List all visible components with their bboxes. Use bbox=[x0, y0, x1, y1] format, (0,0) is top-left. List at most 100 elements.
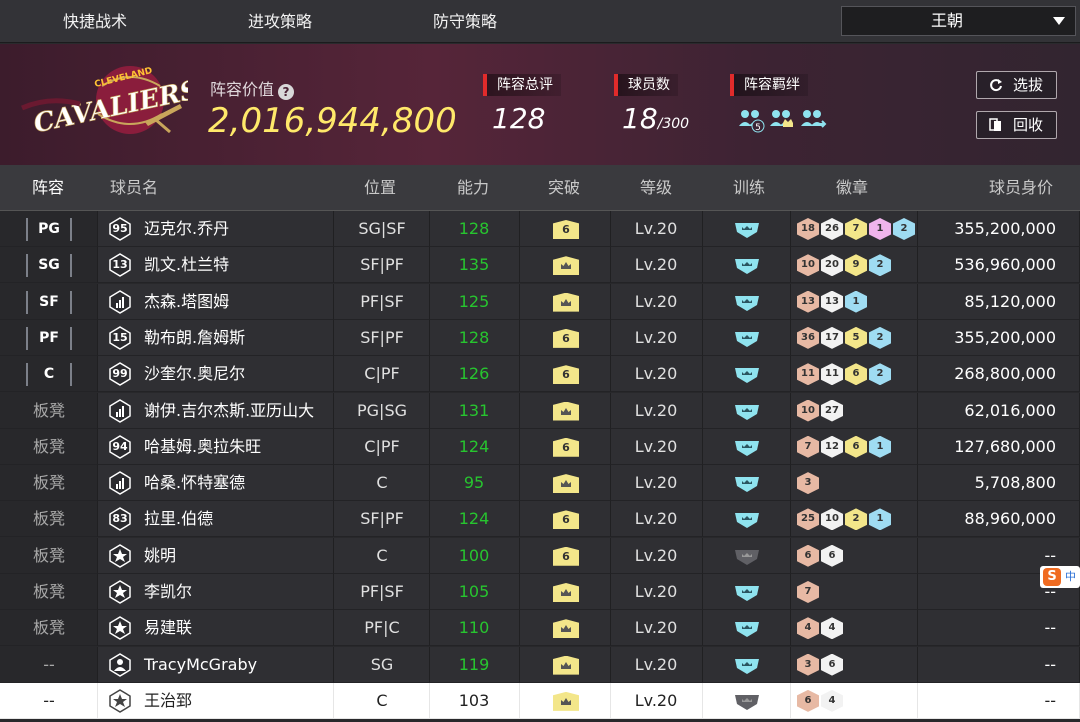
table-row[interactable]: PG 95 迈克尔.乔丹 SG|SF 128 6 Lv.20 18 26 7 1 2 355,200,0… bbox=[0, 211, 1080, 247]
col-breakthrough[interactable]: 突破 bbox=[548, 165, 580, 211]
player-name[interactable]: 姚明 bbox=[144, 538, 176, 574]
table-row[interactable]: 板凳 谢伊.吉尔杰斯.亚历山大 PG|SG 131 Lv.20 10 27 62,016,00… bbox=[0, 392, 1080, 429]
player-name[interactable]: 哈桑.怀特塞德 bbox=[144, 465, 245, 501]
table-cell bbox=[98, 610, 334, 647]
player-name[interactable]: 谢伊.吉尔杰斯.亚历山大 bbox=[144, 393, 314, 429]
training-shield-icon[interactable] bbox=[733, 657, 761, 675]
col-lineup[interactable]: 阵容 bbox=[32, 165, 64, 211]
training-shield-icon[interactable] bbox=[733, 403, 761, 421]
training-shield-icon[interactable] bbox=[733, 439, 761, 457]
player-position: PF|SF bbox=[360, 582, 404, 601]
player-name[interactable]: 凯文.杜兰特 bbox=[144, 247, 229, 283]
recycle-button[interactable]: 回收 bbox=[976, 111, 1057, 139]
table-row[interactable]: SG 13 凯文.杜兰特 SF|PF 135 Lv.20 10 20 9 2 536,960,000 bbox=[0, 247, 1080, 284]
training-shield-icon[interactable] bbox=[733, 620, 761, 638]
player-name[interactable]: 勒布朗.詹姆斯 bbox=[144, 320, 245, 356]
player-name[interactable]: 李凯尔 bbox=[144, 574, 192, 610]
lineup-slot: 板凳 bbox=[32, 582, 65, 601]
player-name[interactable]: 迈克尔.乔丹 bbox=[144, 211, 229, 247]
player-level: Lv.20 bbox=[634, 327, 678, 347]
table-row[interactable]: 板凳 哈桑.怀特塞德 C 95 Lv.20 3 5,708,800 bbox=[0, 465, 1080, 502]
training-shield-icon[interactable] bbox=[733, 366, 761, 384]
player-ability: 95 bbox=[463, 473, 485, 493]
lineup-slot: SG bbox=[26, 254, 72, 278]
col-position[interactable]: 位置 bbox=[364, 165, 396, 211]
svg-text:5: 5 bbox=[755, 123, 761, 133]
table-row[interactable]: 板凳 易建联 PF|C 110 Lv.20 4 4 -- bbox=[0, 610, 1080, 647]
table-row[interactable]: -- 王治郅 C 103 Lv.20 6 4 -- bbox=[0, 682, 1080, 719]
stats-emblem-icon bbox=[108, 398, 132, 423]
training-shield-icon[interactable] bbox=[733, 511, 761, 529]
player-name[interactable]: 沙奎尔.奥尼尔 bbox=[144, 356, 245, 392]
player-level: Lv.20 bbox=[634, 473, 678, 493]
player-position: C|PF bbox=[364, 364, 400, 384]
table-row[interactable]: 板凳 姚明 C 100 6 Lv.20 6 6 -- bbox=[0, 537, 1080, 574]
player-value: -- bbox=[1044, 690, 1056, 710]
help-icon[interactable]: ? bbox=[278, 84, 295, 100]
player-level: Lv.20 bbox=[634, 509, 678, 529]
breakthrough-crown-icon bbox=[553, 474, 579, 494]
training-shield-icon[interactable] bbox=[733, 693, 761, 711]
breakthrough-crown-icon bbox=[553, 691, 579, 711]
table-row[interactable]: -- TracyMcGraby SG 119 Lv.20 3 6 -- bbox=[0, 646, 1080, 683]
player-name[interactable]: 杰森.塔图姆 bbox=[144, 284, 229, 320]
training-shield-icon[interactable] bbox=[733, 330, 761, 348]
player-position: PF|C bbox=[364, 618, 400, 638]
player-value: 536,960,000 bbox=[954, 255, 1056, 275]
training-shield-icon[interactable] bbox=[733, 294, 761, 312]
player-level: Lv.20 bbox=[634, 364, 678, 384]
jersey-number-emblem-icon: 94 bbox=[108, 434, 132, 459]
table-row[interactable]: SF 杰森.塔图姆 PF|SF 125 Lv.20 13 13 1 85,120,000 bbox=[0, 283, 1080, 320]
player-name[interactable]: TracyMcGraby bbox=[144, 647, 257, 683]
col-player-name[interactable]: 球员名 bbox=[110, 165, 158, 211]
player-position: PF|SF bbox=[360, 291, 404, 311]
lineup-slot: -- bbox=[43, 690, 55, 710]
col-level[interactable]: 等级 bbox=[640, 165, 672, 211]
select-button[interactable]: 选拔 bbox=[976, 71, 1057, 99]
player-level: Lv.20 bbox=[634, 618, 678, 638]
lineup-slot: 板凳 bbox=[32, 509, 65, 529]
training-shield-icon[interactable] bbox=[733, 475, 761, 493]
tab-defense-strategy[interactable]: 防守策略 bbox=[433, 0, 497, 43]
mode-dropdown[interactable]: 王朝 bbox=[841, 6, 1076, 36]
breakthrough-crown-icon bbox=[553, 655, 579, 675]
lineup-rating-label: 阵容总评 bbox=[483, 74, 561, 96]
col-player-value[interactable]: 球员身价 bbox=[989, 165, 1053, 211]
training-shield-icon[interactable] bbox=[733, 548, 761, 566]
player-value: 355,200,000 bbox=[954, 219, 1056, 238]
jersey-number-emblem-icon: 13 bbox=[108, 253, 132, 278]
player-ability: 105 bbox=[458, 582, 490, 601]
breakthrough-crown-icon bbox=[553, 292, 579, 312]
table-row[interactable]: 板凳 83 拉里.伯德 SF|PF 124 6 Lv.20 25 10 2 1 88,960,000 bbox=[0, 501, 1080, 538]
lineup-slot: 板凳 bbox=[32, 618, 65, 638]
tab-quick-tactics[interactable]: 快捷战术 bbox=[63, 0, 127, 43]
col-ability[interactable]: 能力 bbox=[457, 165, 489, 211]
player-level: Lv.20 bbox=[634, 436, 678, 456]
col-training[interactable]: 训练 bbox=[733, 165, 765, 211]
synergy-icons[interactable]: 5 bbox=[738, 106, 830, 134]
ime-indicator: S 中 bbox=[1040, 566, 1080, 588]
player-count-label: 球员数 bbox=[614, 74, 678, 96]
team-synergy-arrows-icon bbox=[801, 110, 827, 128]
table-row[interactable]: 板凳 李凯尔 PF|SF 105 Lv.20 7 -- bbox=[0, 574, 1080, 610]
lineup-slot: 板凳 bbox=[32, 545, 65, 565]
tab-offense-strategy[interactable]: 进攻策略 bbox=[248, 0, 312, 43]
player-value: -- bbox=[1044, 654, 1056, 674]
table-row[interactable]: 板凳 94 哈基姆.奥拉朱旺 C|PF 124 6 Lv.20 7 12 6 1 127,680,00… bbox=[0, 428, 1080, 465]
training-shield-icon[interactable] bbox=[733, 221, 761, 239]
training-shield-icon[interactable] bbox=[733, 257, 761, 275]
ime-logo-icon: S bbox=[1043, 568, 1061, 586]
player-name[interactable]: 拉里.伯德 bbox=[144, 501, 213, 537]
table-row[interactable]: C 99 沙奎尔.奥尼尔 C|PF 126 6 Lv.20 11 11 6 2 268,800,000 bbox=[0, 356, 1080, 393]
col-badges[interactable]: 徽章 bbox=[836, 165, 868, 211]
select-button-label: 选拔 bbox=[1013, 76, 1044, 94]
training-shield-icon[interactable] bbox=[733, 584, 761, 602]
jersey-number: 99 bbox=[112, 367, 128, 381]
player-value: -- bbox=[1044, 582, 1056, 601]
jersey-number: 94 bbox=[112, 439, 128, 453]
player-name[interactable]: 易建联 bbox=[144, 610, 192, 646]
player-name[interactable]: 王治郅 bbox=[144, 683, 192, 719]
table-row[interactable]: PF 15 勒布朗.詹姆斯 SF|PF 128 6 Lv.20 36 17 5 2 355,200,0… bbox=[0, 319, 1080, 356]
jersey-number: 13 bbox=[112, 258, 128, 272]
player-name[interactable]: 哈基姆.奥拉朱旺 bbox=[144, 429, 261, 465]
